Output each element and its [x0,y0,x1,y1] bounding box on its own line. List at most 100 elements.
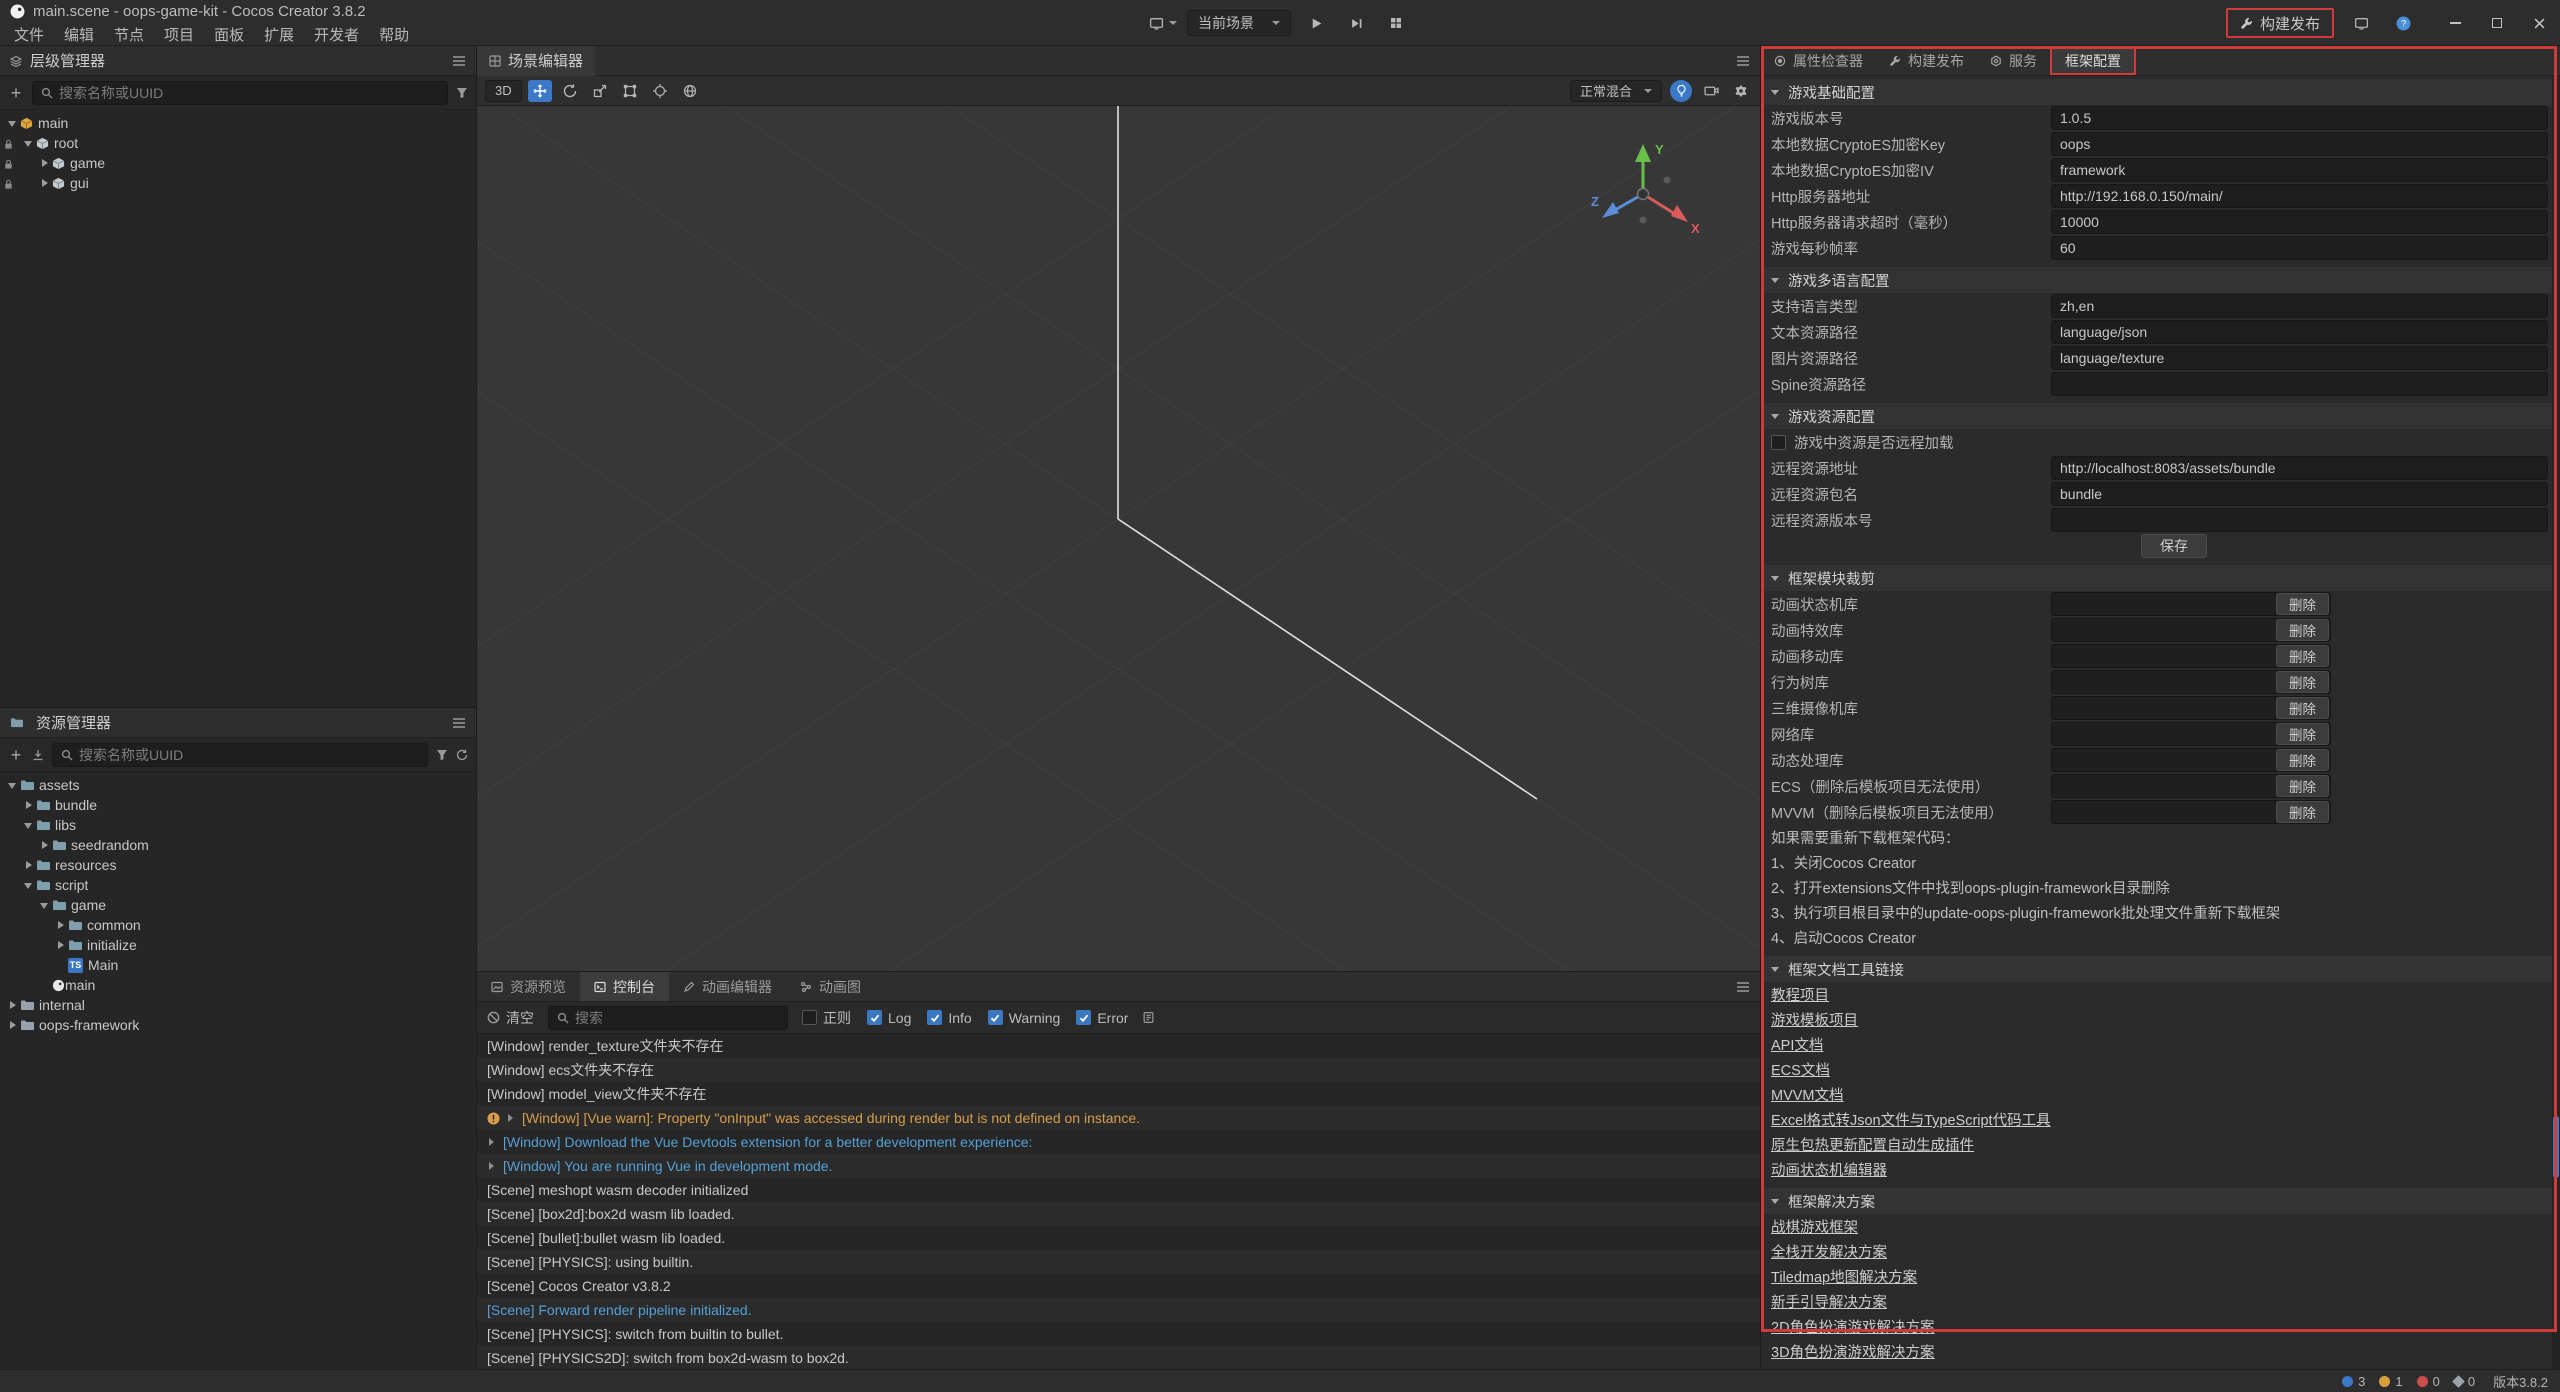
chevron-down-icon[interactable] [22,818,36,832]
status-task[interactable]: 0 [2454,1374,2475,1389]
status-error[interactable]: 0 [2417,1374,2440,1389]
doc-link[interactable]: 3D角色扮演游戏解决方案 [1771,1341,1935,1362]
console-tab[interactable]: 控制台 [580,972,669,1001]
text-input[interactable]: 10000 [2051,210,2548,234]
text-input[interactable]: framework [2051,158,2548,182]
menu-item[interactable]: 扩展 [254,24,304,45]
filter-icon[interactable] [436,749,448,761]
hierarchy-search-box[interactable] [32,81,448,105]
mode-3d-button[interactable]: 3D [485,80,522,102]
checkbox[interactable] [867,1010,882,1025]
inspector-tab[interactable]: 服务 [1977,46,2050,75]
text-input[interactable]: http://localhost:8083/assets/bundle [2051,456,2548,480]
delete-button[interactable]: 删除 [2276,801,2329,823]
menu-item[interactable]: 项目 [154,24,204,45]
expand-icon[interactable] [487,1161,497,1171]
doc-link[interactable]: 游戏模板项目 [1771,1009,1858,1030]
console-filter[interactable]: Error [1076,1010,1128,1026]
pivot-tool-button[interactable] [648,80,672,102]
log-row[interactable]: [Scene] [PHYSICS]: switch from builtin t… [477,1322,1760,1346]
text-input[interactable]: http://192.168.0.150/main/ [2051,184,2548,208]
asset-node[interactable]: seedrandom [0,835,476,855]
doc-link[interactable]: 新手引导解决方案 [1771,1291,1887,1312]
move-tool-button[interactable] [528,80,552,102]
checkbox[interactable] [1076,1010,1091,1025]
chevron-right-icon[interactable] [22,858,36,872]
delete-button[interactable]: 删除 [2276,775,2329,797]
minimize-button[interactable] [2434,0,2476,46]
chevron-right-icon[interactable] [54,938,68,952]
lock-icon[interactable] [3,157,14,173]
console-tab[interactable]: 资源预览 [477,972,580,1001]
chevron-right-icon[interactable] [54,918,68,932]
hierarchy-node[interactable]: game [0,153,476,173]
log-row[interactable]: [Window] [Vue warn]: Property "onInput" … [477,1106,1760,1130]
step-button[interactable] [1341,10,1371,36]
preview-device-button[interactable] [1149,17,1177,30]
chevron-down-icon[interactable] [38,898,52,912]
console-tab[interactable]: 动画图 [786,972,875,1001]
assets-search-box[interactable] [52,743,428,767]
log-row[interactable]: [Scene] [box2d]:box2d wasm lib loaded. [477,1202,1760,1226]
chevron-right-icon[interactable] [6,998,20,1012]
lock-icon[interactable] [3,137,14,153]
text-input[interactable]: language/json [2051,320,2548,344]
section-header[interactable]: 游戏资源配置 [1761,403,2560,429]
chevron-down-icon[interactable] [6,116,20,130]
status-info[interactable]: 3 [2342,1374,2365,1389]
section-header[interactable]: 游戏多语言配置 [1761,267,2560,293]
preview-window-button[interactable] [2346,10,2376,36]
asset-node[interactable]: oops-framework [0,1015,476,1035]
chevron-down-icon[interactable] [22,136,36,150]
asset-node[interactable]: TSMain [0,955,476,975]
axis-gizmo[interactable]: Y X Z [1585,134,1705,254]
doc-link[interactable]: Tiledmap地图解决方案 [1771,1266,1917,1287]
menu-item[interactable]: 编辑 [54,24,104,45]
play-button[interactable] [1301,10,1331,36]
doc-link[interactable]: 原生包热更新配置自动生成插件 [1771,1134,1974,1155]
add-asset-button[interactable]: + [8,747,24,763]
asset-node[interactable]: main [0,975,476,995]
text-input[interactable]: bundle [2051,482,2548,506]
blend-mode-dropdown[interactable]: 正常混合 [1570,80,1662,102]
console-search-box[interactable] [548,1006,788,1030]
lock-icon[interactable] [3,177,14,193]
asset-node[interactable]: game [0,895,476,915]
inspector-tab[interactable]: 属性检查器 [1761,46,1876,75]
delete-button[interactable]: 删除 [2276,619,2329,641]
section-header[interactable]: 框架模块裁剪 [1761,565,2560,591]
hierarchy-node[interactable]: root [0,133,476,153]
refresh-icon[interactable] [456,749,468,761]
log-row[interactable]: [Scene] [bullet]:bullet wasm lib loaded. [477,1226,1760,1250]
asset-node[interactable]: script [0,875,476,895]
section-header[interactable]: 游戏基础配置 [1761,79,2560,105]
doc-link[interactable]: API文档 [1771,1034,1823,1055]
delete-button[interactable]: 删除 [2276,671,2329,693]
rect-tool-button[interactable] [618,80,642,102]
scene-editor-tab[interactable]: 场景编辑器 [477,46,595,76]
log-row[interactable]: [Window] ecs文件夹不存在 [477,1058,1760,1082]
console-filter[interactable]: Warning [988,1010,1061,1026]
checkbox[interactable] [927,1010,942,1025]
text-input[interactable]: zh,en [2051,294,2548,318]
close-button[interactable] [2518,0,2560,46]
doc-link[interactable]: MVVM文档 [1771,1084,1844,1105]
panel-menu-icon[interactable] [452,55,466,67]
menu-item[interactable]: 节点 [104,24,154,45]
asset-node[interactable]: resources [0,855,476,875]
delete-button[interactable]: 删除 [2276,723,2329,745]
doc-link[interactable]: 动画状态机编辑器 [1771,1159,1887,1180]
doc-link[interactable]: 教程项目 [1771,984,1829,1005]
chevron-right-icon[interactable] [38,838,52,852]
status-warn[interactable]: 1 [2379,1374,2402,1389]
chevron-down-icon[interactable] [22,878,36,892]
import-icon[interactable] [32,749,44,761]
delete-button[interactable]: 删除 [2276,645,2329,667]
expand-icon[interactable] [506,1113,516,1123]
log-row[interactable]: [Window] render_texture文件夹不存在 [477,1034,1760,1058]
log-row[interactable]: [Window] model_view文件夹不存在 [477,1082,1760,1106]
export-log-icon[interactable] [1142,1011,1155,1024]
hierarchy-node[interactable]: main [0,113,476,133]
log-row[interactable]: [Scene] meshopt wasm decoder initialized [477,1178,1760,1202]
doc-link[interactable]: 全栈开发解决方案 [1771,1241,1887,1262]
